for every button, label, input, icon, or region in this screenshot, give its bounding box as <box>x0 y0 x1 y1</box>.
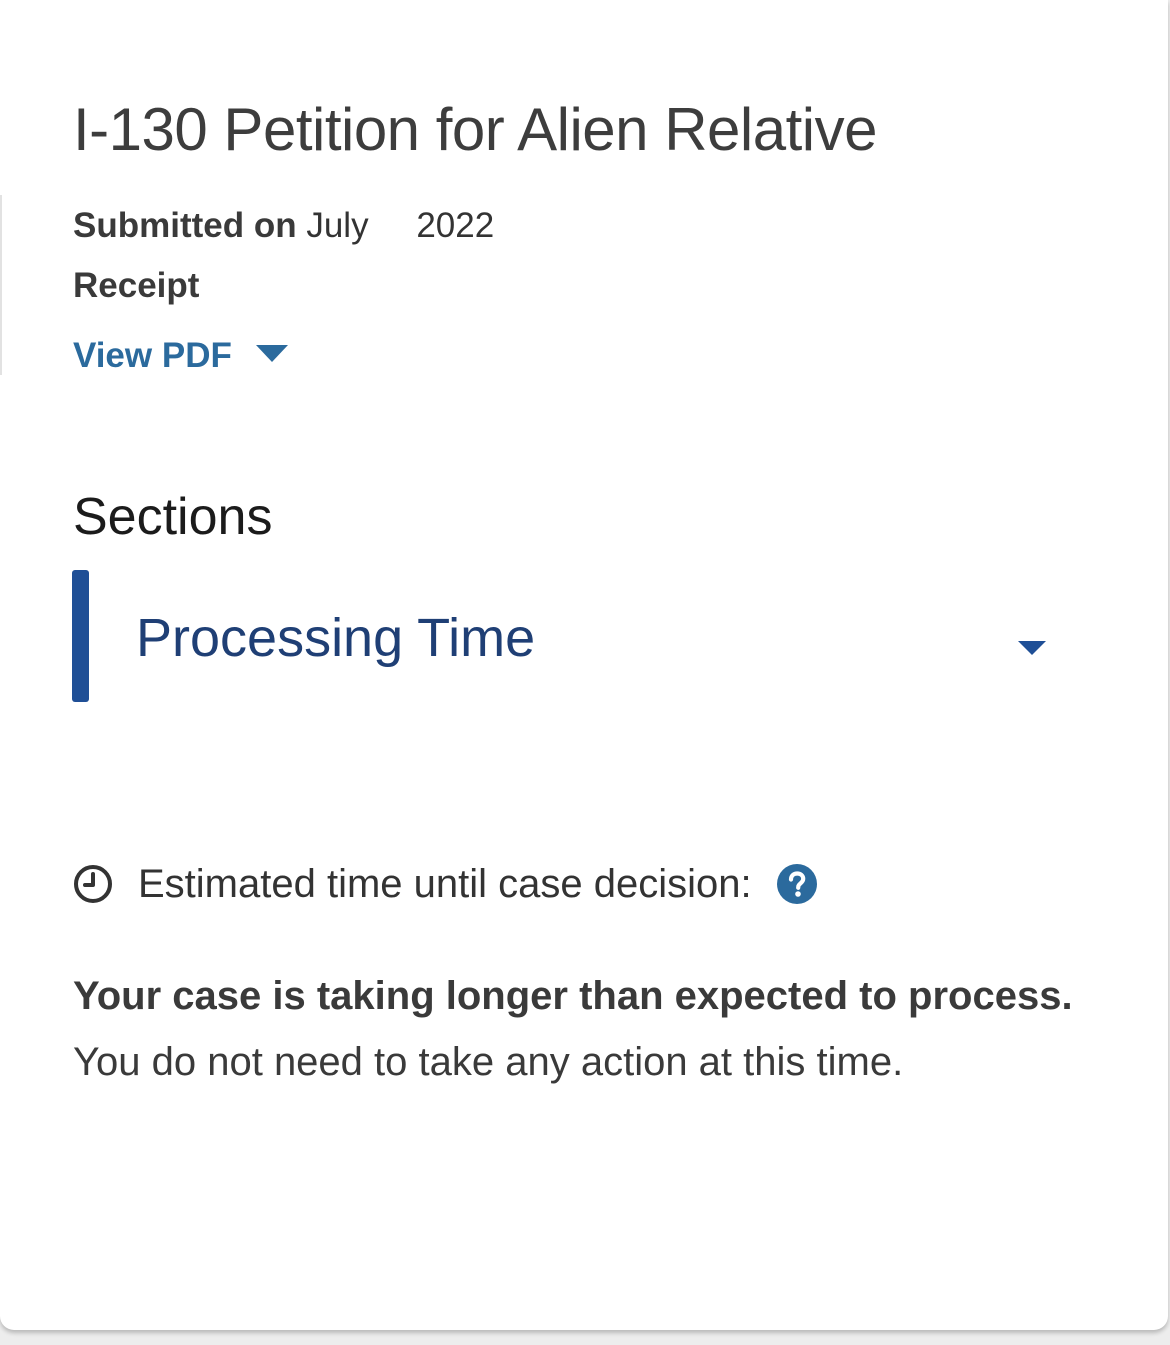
estimated-time-row: Estimated time until case decision: <box>72 858 818 910</box>
accordion-label: Processing Time <box>136 608 536 668</box>
case-title: I-130 Petition for Alien Relative <box>73 96 877 163</box>
receipt-number: Receipt <box>73 264 199 308</box>
case-status-text: You do not need to take any action at th… <box>73 1040 904 1084</box>
caret-down-icon <box>1018 641 1046 655</box>
submitted-label: Submitted on <box>73 206 297 245</box>
receipt-label: Receipt <box>73 266 200 305</box>
caret-down-icon <box>255 344 288 362</box>
accordion-accent-bar <box>72 570 89 702</box>
clock-icon <box>74 865 112 903</box>
submitted-month: July <box>306 206 369 245</box>
case-status-bold: Your case is taking longer than expected… <box>73 974 1073 1018</box>
case-status-message: Your case is taking longer than expected… <box>73 963 1113 1095</box>
sections-heading: Sections <box>73 488 273 546</box>
card-edge-shadow <box>0 195 2 375</box>
submitted-date: Submitted on July 2022 <box>73 204 494 248</box>
estimated-time-label: Estimated time until case decision: <box>138 862 752 906</box>
view-pdf-button[interactable]: View PDF <box>73 334 288 378</box>
accordion-processing-time[interactable]: Processing Time <box>72 570 1072 702</box>
submitted-year: 2022 <box>416 206 495 245</box>
help-icon[interactable] <box>776 863 818 905</box>
view-pdf-label: View PDF <box>73 336 232 375</box>
case-card: I-130 Petition for Alien Relative Submit… <box>0 0 1168 1330</box>
